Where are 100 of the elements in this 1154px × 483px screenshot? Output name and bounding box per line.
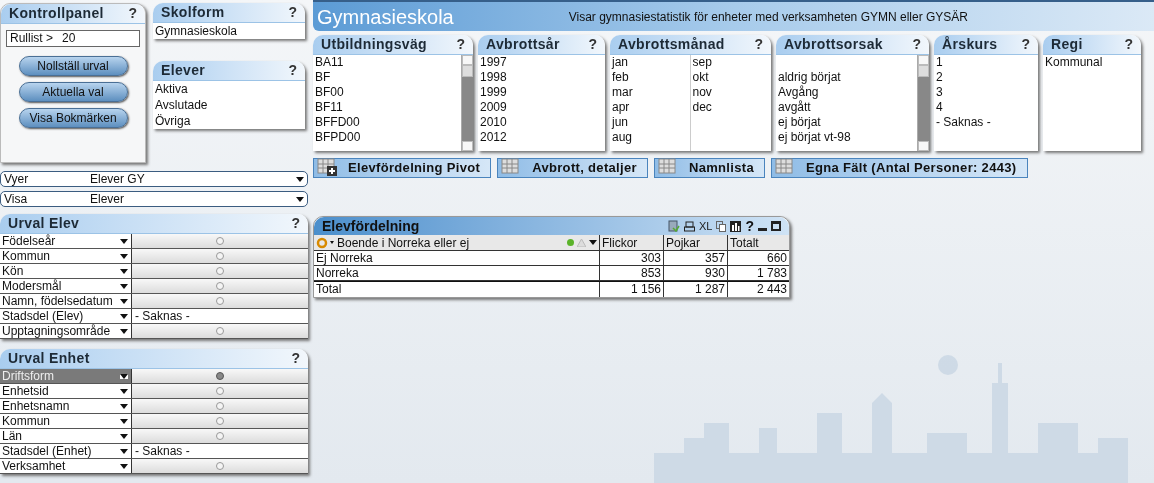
- help-button[interactable]: ?: [912, 34, 921, 55]
- bar-chart-icon[interactable]: [730, 220, 742, 232]
- dropdown-caret-icon[interactable]: [120, 313, 128, 319]
- list-item[interactable]: 2: [936, 70, 1038, 85]
- list-item[interactable]: feb: [612, 70, 690, 85]
- maximize-icon[interactable]: [771, 221, 781, 231]
- scrollbar-drawing[interactable]: [461, 55, 473, 151]
- dropdown-caret-icon[interactable]: [120, 253, 128, 259]
- help-button[interactable]: ?: [288, 2, 297, 23]
- dropdown-caret-icon[interactable]: [120, 433, 128, 439]
- dropdown-caret-icon[interactable]: [120, 268, 128, 274]
- list-item[interactable]: apr: [612, 100, 690, 115]
- field-label[interactable]: Födelseår: [0, 234, 132, 248]
- list-item[interactable]: BFPD00: [315, 130, 461, 145]
- field-value[interactable]: - Saknas -: [132, 444, 308, 458]
- list-item[interactable]: 2012: [480, 130, 605, 145]
- dropdown-caret-icon[interactable]: [589, 240, 597, 245]
- pill-button[interactable]: Nollställ urval: [18, 56, 128, 76]
- field-label[interactable]: Län: [0, 429, 132, 443]
- list-item[interactable]: aldrig börjat: [778, 70, 917, 85]
- dropdown-caret-icon[interactable]: [120, 418, 128, 424]
- field-label[interactable]: Verksamhet: [0, 459, 132, 473]
- pill-button[interactable]: Aktuella val: [18, 82, 128, 102]
- field-value[interactable]: - Saknas -: [132, 309, 308, 323]
- help-button[interactable]: ?: [128, 3, 137, 24]
- dropdown-caret-icon[interactable]: [296, 196, 304, 202]
- list-item[interactable]: BF: [315, 70, 461, 85]
- list-item[interactable]: Avslutade: [155, 97, 303, 113]
- cycle-icon[interactable]: [316, 236, 334, 249]
- dropdown-caret-icon[interactable]: [296, 176, 304, 182]
- column-header[interactable]: Totalt: [728, 235, 789, 250]
- column-header[interactable]: Pojkar: [664, 235, 728, 250]
- list-item[interactable]: 3: [936, 85, 1038, 100]
- list-item[interactable]: jan: [612, 55, 690, 70]
- dropdown-field[interactable]: Vyer Elever GY: [0, 171, 308, 187]
- list-item[interactable]: BFFD00: [315, 115, 461, 130]
- dropdown-caret-icon[interactable]: [120, 373, 128, 379]
- dropdown-caret-icon[interactable]: [120, 283, 128, 289]
- column-header[interactable]: Flickor: [600, 235, 664, 250]
- field-label[interactable]: Kommun: [0, 249, 132, 263]
- dropdown-caret-icon[interactable]: [120, 463, 128, 469]
- help-button[interactable]: ?: [588, 34, 597, 55]
- list-item[interactable]: avgått: [778, 100, 917, 115]
- sheet-tab-button[interactable]: Elevfördelning Pivot: [313, 158, 492, 178]
- list-item[interactable]: Avgång: [778, 85, 917, 100]
- sheet-tab-button[interactable]: Namnlista: [653, 158, 765, 178]
- field-label[interactable]: Driftsform: [0, 369, 132, 383]
- list-item[interactable]: BF00: [315, 85, 461, 100]
- sheet-tab-button[interactable]: Avbrott, detaljer: [497, 158, 648, 178]
- list-item[interactable]: ej börjat: [778, 115, 917, 130]
- list-item[interactable]: mar: [612, 85, 690, 100]
- field-label[interactable]: Namn, födelsedatum: [0, 294, 132, 308]
- help-button[interactable]: ?: [745, 219, 754, 233]
- dropdown-caret-icon[interactable]: [120, 448, 128, 454]
- help-button[interactable]: ?: [291, 213, 300, 234]
- list-item[interactable]: 1998: [480, 70, 605, 85]
- list-item[interactable]: Aktiva: [155, 81, 303, 97]
- list-item[interactable]: Kommunal: [1045, 55, 1141, 70]
- dimension-header[interactable]: Boende i Norreka eller ej: [337, 235, 564, 250]
- radio-icon[interactable]: [216, 462, 224, 470]
- help-button[interactable]: ?: [456, 34, 465, 55]
- list-item[interactable]: Gymnasieskola: [155, 23, 303, 39]
- field-label[interactable]: Stadsdel (Elev): [0, 309, 132, 323]
- list-item[interactable]: jun: [612, 115, 690, 130]
- list-item[interactable]: 4: [936, 100, 1038, 115]
- help-button[interactable]: ?: [1124, 34, 1133, 55]
- minimize-icon[interactable]: [758, 227, 767, 231]
- excel-export-button[interactable]: XL: [698, 219, 713, 233]
- help-button[interactable]: ?: [288, 60, 297, 81]
- list-item[interactable]: BF11: [315, 100, 461, 115]
- list-item[interactable]: nov: [692, 85, 771, 100]
- radio-icon[interactable]: [216, 327, 224, 335]
- list-item[interactable]: aug: [612, 130, 690, 145]
- field-label[interactable]: Modersmål: [0, 279, 132, 293]
- help-button[interactable]: ?: [754, 34, 763, 55]
- field-label[interactable]: Stadsdel (Enhet): [0, 444, 132, 458]
- dropdown-caret-icon[interactable]: [120, 298, 128, 304]
- pill-button[interactable]: Visa Bokmärken: [18, 108, 128, 128]
- list-item[interactable]: 1: [936, 55, 1038, 70]
- list-item[interactable]: 1997: [480, 55, 605, 70]
- dropdown-caret-icon[interactable]: [120, 238, 128, 244]
- list-item[interactable]: 2009: [480, 100, 605, 115]
- field-label[interactable]: Upptagningsområde: [0, 324, 132, 338]
- field-label[interactable]: Kön: [0, 264, 132, 278]
- list-item[interactable]: ej börjat vt-98: [778, 130, 917, 145]
- dropdown-caret-icon[interactable]: [120, 403, 128, 409]
- list-item[interactable]: BA11: [315, 55, 461, 70]
- help-button[interactable]: ?: [1021, 34, 1030, 55]
- field-label[interactable]: Kommun: [0, 414, 132, 428]
- scroll-limit-field[interactable]: Rullist > 20: [6, 30, 140, 47]
- list-item[interactable]: - Saknas -: [936, 115, 1038, 130]
- list-item[interactable]: okt: [692, 70, 771, 85]
- sheet-tab-button[interactable]: Egna Fält (Antal Personer: 2443): [771, 158, 1028, 178]
- help-button[interactable]: ?: [291, 348, 300, 369]
- copy-icon[interactable]: [716, 220, 727, 232]
- dropdown-caret-icon[interactable]: [120, 388, 128, 394]
- field-label[interactable]: Enhetsid: [0, 384, 132, 398]
- list-item[interactable]: 2010: [480, 115, 605, 130]
- dropdown-field[interactable]: Visa Elever: [0, 191, 308, 207]
- dropdown-caret-icon[interactable]: [120, 328, 128, 334]
